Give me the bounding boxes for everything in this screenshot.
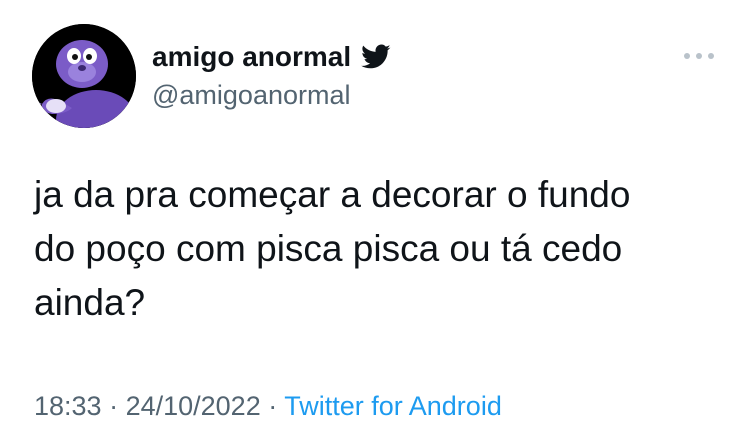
twitter-bird-icon [361,44,391,70]
more-options-icon[interactable] [684,48,714,64]
tweet-source-link[interactable]: Twitter for Android [284,391,502,421]
more-dot [684,53,690,59]
purple-character-icon [32,24,136,128]
name-row: amigo anormal [152,40,391,74]
avatar[interactable] [32,24,136,128]
more-dot [696,53,702,59]
tweet-card: amigo anormal @amigoanormal ja da pra co… [0,0,750,436]
more-dot [708,53,714,59]
display-name[interactable]: amigo anormal [152,40,351,74]
meta-separator: · [101,391,126,421]
author-block: amigo anormal @amigoanormal [152,40,391,112]
handle[interactable]: @amigoanormal [152,78,391,112]
tweet-date[interactable]: 24/10/2022 [126,391,261,421]
meta-separator: · [260,391,285,421]
tweet-text: ja da pra começar a decorar o fundo do p… [34,174,631,323]
tweet-meta: 18:33 · 24/10/2022 · Twitter for Android [34,386,502,426]
tweet-time[interactable]: 18:33 [34,391,102,421]
